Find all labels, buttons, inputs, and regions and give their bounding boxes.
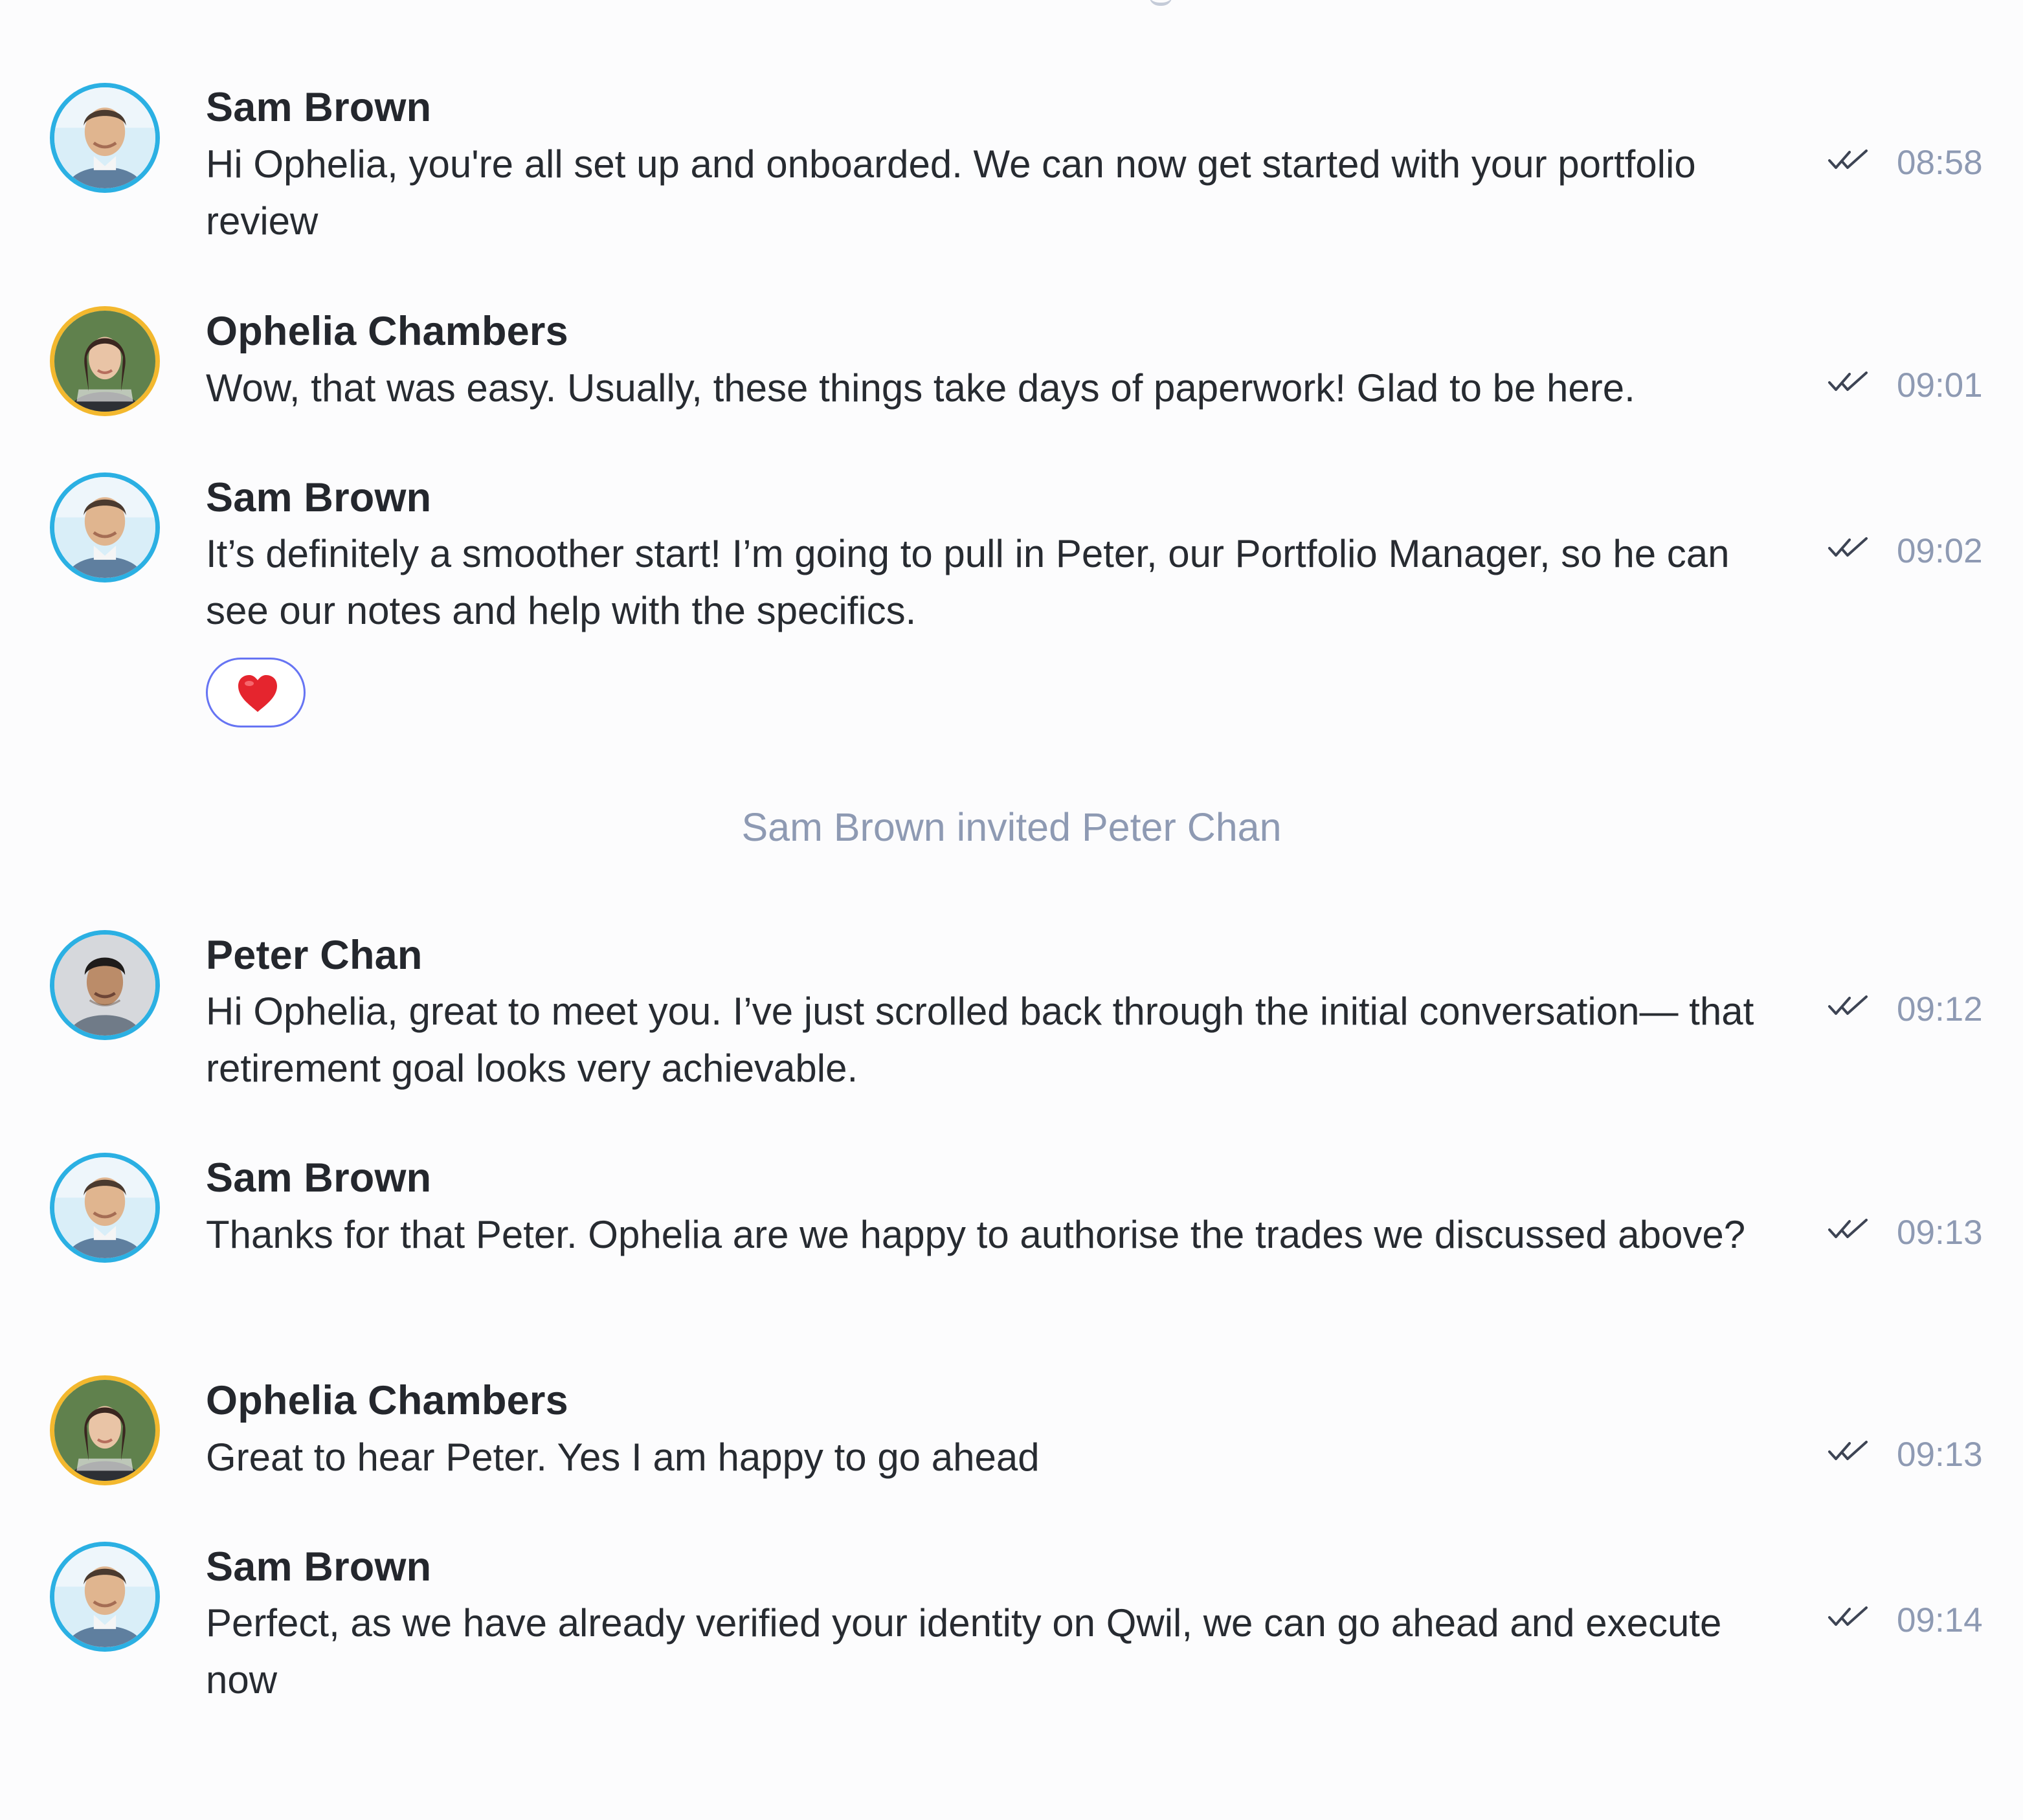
message-sender-name: Ophelia Chambers: [206, 309, 568, 354]
message-sender-name: Ophelia Chambers: [206, 1378, 568, 1423]
message-time: 09:01: [1897, 366, 1983, 405]
message-sender-name: Sam Brown: [206, 475, 432, 520]
double-check-icon: [1828, 372, 1868, 391]
message-text: Wow, that was easy. Usually, these thing…: [206, 366, 1635, 410]
message-sender-name: Sam Brown: [206, 85, 432, 130]
ophelia-chambers-avatar[interactable]: [50, 1375, 160, 1485]
message-time: 09:14: [1897, 1601, 1983, 1639]
message-time: 09:02: [1897, 532, 1983, 570]
message-text: It’s definitely a smoother start! I’m go…: [206, 532, 1730, 632]
cut-off-text-fragment: [1149, 0, 1172, 6]
double-check-icon: [1828, 537, 1868, 557]
ophelia-chambers-avatar[interactable]: [50, 306, 160, 416]
sam-brown-avatar[interactable]: [50, 1153, 160, 1263]
heart-emoji-icon: [238, 675, 277, 712]
message-time: 09:12: [1897, 990, 1983, 1028]
double-check-icon: [1828, 995, 1868, 1015]
message-text: Great to hear Peter. Yes I am happy to g…: [206, 1436, 1040, 1479]
double-check-icon: [1828, 150, 1868, 169]
heart-reaction-button[interactable]: [206, 658, 306, 727]
message-time: 08:58: [1897, 144, 1983, 182]
double-check-icon: [1828, 1219, 1868, 1238]
peter-chan-avatar[interactable]: [50, 930, 160, 1040]
conversation-feed: Sam Brown Hi Ophelia, you're all set up …: [0, 0, 2023, 1820]
message-text: Hi Ophelia, you're all set up and onboar…: [206, 142, 1696, 243]
message-time: 09:13: [1897, 1436, 1983, 1474]
message-text: Hi Ophelia, great to meet you. I’ve just…: [206, 990, 1754, 1090]
message-time: 09:13: [1897, 1214, 1983, 1252]
message-sender-name: Sam Brown: [206, 1544, 432, 1590]
sam-brown-avatar[interactable]: [50, 1542, 160, 1652]
message-sender-name: Sam Brown: [206, 1155, 432, 1201]
message-sender-name: Peter Chan: [206, 933, 423, 978]
sam-brown-avatar[interactable]: [50, 472, 160, 583]
sam-brown-avatar[interactable]: [50, 83, 160, 193]
double-check-icon: [1828, 1606, 1868, 1626]
system-note: Sam Brown invited Peter Chan: [741, 805, 1282, 849]
message-text: Thanks for that Peter. Ophelia are we ha…: [206, 1213, 1746, 1256]
message-text: Perfect, as we have already verified you…: [206, 1601, 1722, 1702]
double-check-icon: [1828, 1441, 1868, 1460]
